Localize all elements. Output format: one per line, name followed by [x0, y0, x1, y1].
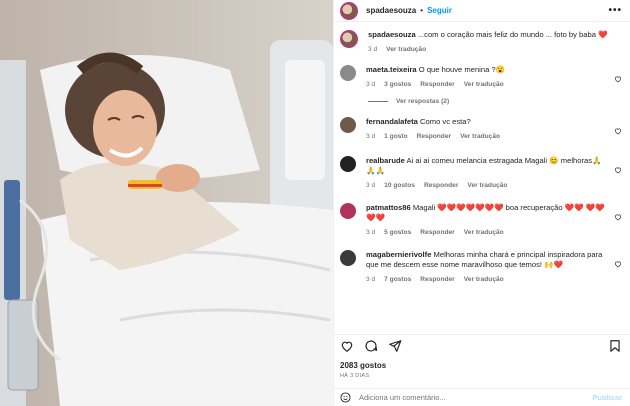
comment-item: fernandalafeta Como vc esta? 3 d 1 gosto…	[334, 117, 630, 140]
comments-list[interactable]: spadaesouza ...com o coração mais feliz …	[334, 26, 630, 331]
comment-likes[interactable]: 5 gostos	[384, 229, 411, 236]
translate-link[interactable]: Ver tradução	[467, 182, 507, 189]
caption-avatar[interactable]	[340, 30, 358, 48]
caption-translate-link[interactable]: Ver tradução	[386, 46, 426, 53]
publish-button[interactable]: Publicar	[592, 393, 622, 402]
commenter-username[interactable]: maeta.teixeira	[366, 65, 417, 74]
like-heart-icon[interactable]	[614, 75, 622, 83]
reply-button[interactable]: Responder	[420, 276, 454, 283]
post-time[interactable]: HÁ 3 DIAS	[340, 373, 369, 379]
comment-likes[interactable]: 10 gostos	[384, 182, 415, 189]
caption-text: ...com o coração mais feliz do mundo ...…	[417, 30, 608, 39]
commenter-username[interactable]: realbarude	[366, 156, 405, 165]
post-side-panel: spadaesouza • Seguir ••• spadaesouza ...…	[333, 0, 630, 406]
commenter-avatar[interactable]	[340, 203, 356, 219]
separator-dot: •	[420, 6, 424, 15]
comment-text: O que houve menina ?😮	[418, 65, 506, 74]
add-comment-input[interactable]	[359, 393, 593, 402]
author-username[interactable]: spadaesouza	[366, 6, 416, 15]
view-replies-label: Ver respostas (2)	[396, 98, 450, 105]
commenter-avatar[interactable]	[340, 117, 356, 133]
comment-age: 3 d	[366, 229, 376, 236]
commenter-avatar[interactable]	[340, 250, 356, 266]
caption-username[interactable]: spadaesouza	[368, 30, 416, 39]
translate-link[interactable]: Ver tradução	[464, 229, 504, 236]
post-header: spadaesouza • Seguir •••	[334, 0, 630, 22]
author-avatar[interactable]	[340, 1, 358, 20]
translate-link[interactable]: Ver tradução	[464, 276, 504, 283]
like-heart-icon[interactable]	[614, 127, 622, 135]
commenter-username[interactable]: patmattos86	[366, 203, 411, 212]
like-heart-icon[interactable]	[614, 166, 622, 174]
view-replies-button[interactable]: Ver respostas (2)	[368, 98, 630, 105]
emoji-smiley-icon[interactable]	[340, 392, 351, 403]
caption: spadaesouza ...com o coração mais feliz …	[334, 30, 630, 53]
share-send-icon[interactable]	[388, 339, 402, 353]
more-options-icon[interactable]: •••	[608, 5, 622, 16]
caption-age: 3 d	[368, 46, 378, 53]
comment-item: patmattos86 Magali ❤️❤️❤️❤️❤️❤️❤️ boa re…	[334, 203, 630, 236]
reply-button[interactable]: Responder	[417, 133, 451, 140]
comment-likes[interactable]: 1 gosto	[384, 133, 407, 140]
comment-bubble-icon[interactable]	[364, 339, 378, 353]
comment-age: 3 d	[366, 276, 376, 283]
reply-button[interactable]: Responder	[420, 81, 454, 88]
comment-text: Como vc esta?	[420, 117, 471, 126]
comment-age: 3 d	[366, 182, 376, 189]
comment-age: 3 d	[366, 81, 376, 88]
comment-item: maeta.teixeira O que houve menina ?😮 3 d…	[334, 65, 630, 88]
comment-item: magabernierivolfe Melhoras minha chará e…	[334, 250, 630, 283]
comment-likes[interactable]: 7 gostos	[384, 276, 411, 283]
bookmark-icon[interactable]	[608, 339, 622, 353]
likes-count[interactable]: 2083 gostos	[340, 361, 386, 370]
follow-button[interactable]: Seguir	[427, 6, 452, 15]
commenter-avatar[interactable]	[340, 65, 356, 81]
translate-link[interactable]: Ver tradução	[464, 81, 504, 88]
hospital-photo-illustration	[0, 0, 333, 406]
commenter-avatar[interactable]	[340, 156, 356, 172]
comment-item: realbarude Ai ai ai comeu melancia estra…	[334, 156, 630, 189]
post-photo[interactable]	[0, 0, 333, 406]
translate-link[interactable]: Ver tradução	[460, 133, 500, 140]
like-heart-icon[interactable]	[340, 339, 354, 353]
comment-age: 3 d	[366, 133, 376, 140]
reply-button[interactable]: Responder	[424, 182, 458, 189]
post-actions-bar	[334, 334, 630, 356]
comment-likes[interactable]: 3 gostos	[384, 81, 411, 88]
commenter-username[interactable]: magabernierivolfe	[366, 250, 431, 259]
commenter-username[interactable]: fernandalafeta	[366, 117, 418, 126]
replies-line	[368, 101, 388, 102]
add-comment-bar: Publicar	[334, 388, 630, 406]
like-heart-icon[interactable]	[614, 213, 622, 221]
reply-button[interactable]: Responder	[420, 229, 454, 236]
like-heart-icon[interactable]	[614, 260, 622, 268]
